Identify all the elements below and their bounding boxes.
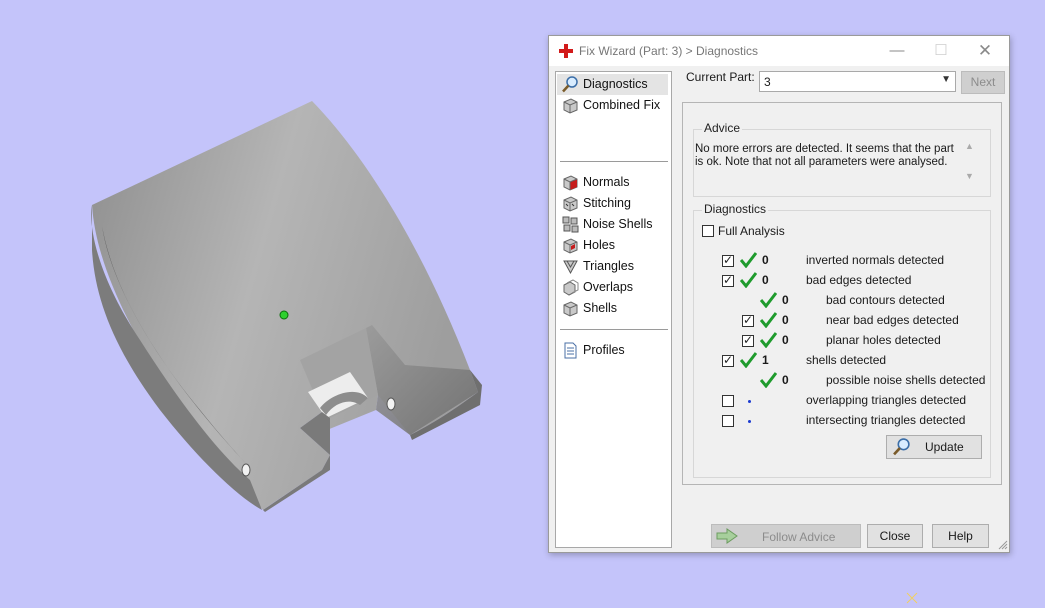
overlapping-triangles-checkbox[interactable] [722, 395, 734, 407]
near-bad-edges-checkbox[interactable] [742, 313, 754, 327]
green-check-icon [760, 332, 777, 348]
nav-label: Overlaps [583, 280, 634, 294]
green-check-icon [740, 252, 757, 268]
bad-edges-count: 0 [762, 273, 769, 287]
nav-item-diagnostics[interactable]: Diagnostics [557, 74, 668, 95]
overlapping-triangles-label: overlapping triangles detected [806, 393, 967, 407]
nav-label: Combined Fix [583, 98, 661, 112]
minimize-button[interactable]: — [885, 40, 909, 62]
current-part-value: 3 [764, 75, 771, 89]
magnifier-icon [893, 438, 910, 456]
noise-shells-icon [562, 216, 579, 233]
advice-title: Advice [702, 121, 743, 135]
full-analysis-label[interactable]: Full Analysis [718, 224, 785, 238]
magnifier-icon [562, 76, 578, 93]
planar-holes-label: planar holes detected [826, 333, 941, 347]
nav-divider [560, 329, 668, 330]
nav-label: Noise Shells [583, 217, 653, 231]
full-analysis-checkbox[interactable] [702, 225, 714, 237]
cube-icon [563, 98, 578, 114]
bad-contours-label: bad contours detected [826, 293, 945, 307]
title-bar[interactable]: Fix Wizard (Part: 3) > Diagnostics — ☐ ✕ [549, 36, 1009, 66]
bad-edges-label: bad edges detected [806, 273, 912, 287]
advice-text: No more errors are detected. It seems th… [695, 143, 954, 168]
advice-scrollbar[interactable]: ▲ ▼ [963, 141, 977, 191]
noise-shells-label: possible noise shells detected [826, 373, 986, 387]
green-check-icon [760, 372, 777, 388]
near-bad-edges-label: near bad edges detected [826, 313, 959, 327]
stitching-cube-icon [563, 196, 578, 212]
green-check-icon [760, 312, 777, 328]
pending-dot-icon [748, 420, 751, 423]
chevron-down-icon: ▼ [941, 74, 951, 85]
green-check-icon [760, 292, 777, 308]
close-button[interactable]: Close [867, 524, 923, 548]
planar-holes-checkbox[interactable] [742, 333, 754, 347]
green-check-icon [740, 272, 757, 288]
dialog-title: Fix Wizard (Part: 3) > Diagnostics [579, 44, 759, 58]
follow-advice-button[interactable]: Follow Advice [711, 524, 861, 548]
near-bad-edges-count: 0 [782, 313, 789, 327]
shells-checkbox[interactable] [722, 353, 734, 367]
maximize-button[interactable]: ☐ [929, 40, 953, 62]
current-part-label: Current Part: [686, 70, 755, 84]
nav-item-noise-shells[interactable]: Noise Shells [557, 214, 668, 235]
nav-label: Holes [583, 238, 615, 252]
nav-item-triangles[interactable]: Triangles [557, 256, 668, 277]
nav-label: Triangles [583, 259, 634, 273]
intersecting-triangles-checkbox[interactable] [722, 415, 734, 427]
nav-item-holes[interactable]: Holes [557, 235, 668, 256]
nav-item-stitching[interactable]: Stitching [557, 193, 668, 214]
nav-item-profiles[interactable]: Profiles [557, 340, 668, 361]
update-label: Update [925, 440, 964, 454]
update-button[interactable]: Update [886, 435, 982, 459]
follow-advice-label: Follow Advice [762, 530, 836, 544]
intersecting-triangles-label: intersecting triangles detected [806, 413, 966, 427]
close-window-button[interactable]: ✕ [973, 40, 997, 62]
nav-label: Normals [583, 175, 630, 189]
bad-edges-checkbox[interactable] [722, 273, 734, 287]
fix-wizard-dialog: Fix Wizard (Part: 3) > Diagnostics — ☐ ✕… [548, 35, 1010, 553]
shells-cube-icon [563, 301, 578, 317]
triangles-icon [563, 260, 578, 275]
diagnostics-title: Diagnostics [702, 202, 769, 216]
diagnostics-group: Diagnostics Full Analysis 0 inverted nor… [693, 202, 991, 478]
diagnostics-panel: Advice No more errors are detected. It s… [682, 102, 1002, 485]
noise-shells-count: 0 [782, 373, 789, 387]
nav-item-shells[interactable]: Shells [557, 298, 668, 319]
nav-label: Stitching [583, 196, 631, 210]
resize-grip-icon[interactable] [997, 539, 1008, 550]
inverted-normals-checkbox[interactable] [722, 253, 734, 267]
nav-label: Profiles [583, 343, 625, 357]
nav-label: Shells [583, 301, 618, 315]
overlaps-cube-icon [563, 279, 579, 296]
inverted-normals-count: 0 [762, 253, 769, 267]
pending-dot-icon [748, 400, 751, 403]
shells-count: 1 [762, 353, 769, 367]
wizard-nav: Diagnostics Combined Fix Normals Stitchi… [555, 71, 672, 548]
green-check-icon [740, 352, 757, 368]
nav-item-combined-fix[interactable]: Combined Fix [557, 95, 668, 116]
nav-item-overlaps[interactable]: Overlaps [557, 277, 668, 298]
normals-cube-icon [563, 175, 578, 191]
planar-holes-count: 0 [782, 333, 789, 347]
inverted-normals-label: inverted normals detected [806, 253, 945, 267]
shells-label: shells detected [806, 353, 887, 367]
nav-label: Diagnostics [583, 77, 648, 91]
scroll-up-icon: ▲ [965, 141, 974, 151]
holes-cube-icon [563, 238, 578, 254]
document-icon [564, 342, 577, 359]
next-button[interactable]: Next [961, 71, 1005, 94]
bad-contours-count: 0 [782, 293, 789, 307]
nav-divider [560, 161, 668, 162]
arrow-right-icon [716, 528, 738, 544]
nav-item-normals[interactable]: Normals [557, 172, 668, 193]
red-cross-icon [559, 44, 573, 58]
help-button[interactable]: Help [932, 524, 989, 548]
current-part-select[interactable]: 3 ▼ [759, 71, 956, 92]
scroll-down-icon: ▼ [965, 171, 974, 181]
axis-cursor-icon [906, 592, 918, 604]
